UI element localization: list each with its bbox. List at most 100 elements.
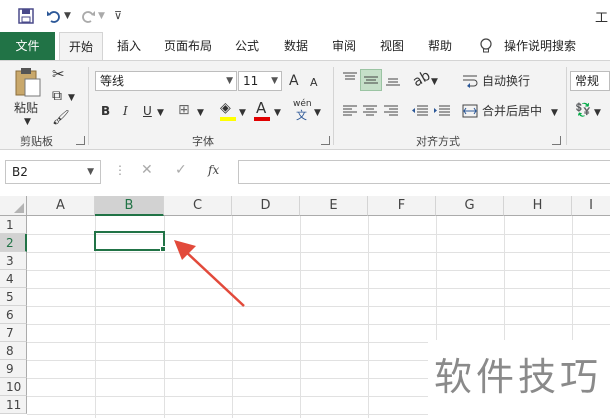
font-color-icon[interactable]: A [256,99,266,117]
gridline [368,216,369,418]
row-header-8[interactable]: 8 [0,342,27,360]
cancel-icon[interactable]: ✕ [141,162,153,178]
font-color-dropdown-icon[interactable]: ▼ [274,104,281,122]
tell-me-search[interactable]: 操作说明搜索 [500,32,580,60]
tab-data[interactable]: 数据 [275,32,317,60]
merge-center-icon[interactable] [462,103,478,119]
alignment-group-label: 对齐方式 [416,135,460,148]
alignment-launcher-icon[interactable] [552,136,561,145]
font-name-value: 等线 [100,74,125,88]
column-header-a[interactable]: A [27,196,95,216]
merge-center-button[interactable]: 合并后居中 [482,102,542,120]
tab-insert[interactable]: 插入 [108,32,150,60]
row-header-7[interactable]: 7 [0,324,27,342]
row-header-3[interactable]: 3 [0,252,27,270]
fill-color-dropdown-icon[interactable]: ▼ [239,104,246,122]
decrease-indent-icon[interactable] [411,103,429,119]
group-separator [566,67,567,145]
phonetic-dropdown-icon[interactable]: ▼ [314,104,321,122]
number-format-select[interactable]: 常规 [570,71,610,91]
ribbon-tabs: 文件 开始 插入 页面布局 公式 数据 审阅 视图 帮助 操作说明搜索 [0,32,610,61]
border-icon[interactable]: ⊞ [178,101,190,119]
tab-page-layout[interactable]: 页面布局 [155,32,221,60]
customize-qat-icon[interactable]: ⊽ [114,6,122,26]
annotation-arrow-icon [174,240,245,307]
redo-icon[interactable] [80,8,96,24]
undo-icon[interactable] [46,8,62,24]
increase-font-icon[interactable]: A [289,72,299,90]
row-header-2[interactable]: 2 [0,234,27,252]
orientation-dropdown-icon[interactable]: ▼ [431,73,438,91]
font-size-value: 11 [243,74,259,88]
formula-input[interactable] [238,160,610,184]
column-header-g[interactable]: G [436,196,504,216]
column-header-i[interactable]: I [572,196,610,216]
lightbulb-icon [480,38,492,53]
window-title: 工 [594,11,608,26]
column-header-f[interactable]: F [368,196,436,216]
row-header-11[interactable]: 11 [0,396,27,414]
increase-indent-icon[interactable] [433,103,451,119]
merge-dropdown-icon[interactable]: ▼ [551,104,558,122]
italic-button[interactable]: I [123,102,128,120]
font-launcher-icon[interactable] [321,136,330,145]
ribbon-home: 粘贴 ▼ ✂ ⧉ ▼ 🖌 剪贴板 等线 ▼ 11 ▼ A A B I U ▼ ⊞… [0,60,610,150]
watermark-text: 软件技巧 [434,355,603,399]
formula-bar-dots-icon: ⋮ [114,163,126,177]
enter-icon[interactable]: ✓ [175,162,187,178]
column-header-c[interactable]: C [164,196,232,216]
row-header-6[interactable]: 6 [0,306,27,324]
fill-handle[interactable] [160,246,166,252]
align-right-icon[interactable] [383,103,399,119]
column-header-h[interactable]: H [504,196,572,216]
fill-color-icon[interactable]: ◈ [220,99,231,117]
accounting-format-icon[interactable]: 💱 [575,102,591,120]
wrap-text-icon[interactable] [462,73,478,89]
column-header-e[interactable]: E [300,196,368,216]
tab-home[interactable]: 开始 [59,32,103,61]
accounting-dropdown-icon[interactable]: ▼ [594,104,601,122]
save-icon[interactable] [18,8,34,24]
column-header-b[interactable]: B [95,196,164,216]
paste-icon[interactable] [14,67,42,97]
tab-file[interactable]: 文件 [0,32,55,60]
undo-dropdown-icon[interactable]: ▼ [64,6,71,26]
bold-button[interactable]: B [101,102,110,120]
underline-button[interactable]: U [143,102,152,120]
align-center-icon[interactable] [362,103,378,119]
format-painter-icon[interactable]: 🖌 [52,109,70,127]
clipboard-launcher-icon[interactable] [76,136,85,145]
phonetic-guide-char[interactable]: 文 [296,107,307,125]
wrap-text-button[interactable]: 自动换行 [482,72,530,90]
cut-icon[interactable]: ✂ [52,65,65,83]
selected-cell-b2[interactable] [94,231,165,251]
align-bottom-icon[interactable] [385,71,401,87]
column-header-d[interactable]: D [232,196,300,216]
chevron-down-icon[interactable]: ▼ [87,161,94,183]
insert-function-icon[interactable]: fx [208,163,219,177]
clipboard-group-label: 剪贴板 [20,135,53,148]
copy-dropdown-icon[interactable]: ▼ [68,89,75,107]
name-box[interactable]: B2 ▼ [5,160,101,184]
paste-dropdown-icon[interactable]: ▼ [24,113,31,131]
copy-icon[interactable]: ⧉ [52,87,62,105]
row-header-4[interactable]: 4 [0,270,27,288]
align-top-icon[interactable] [342,71,358,87]
decrease-font-icon[interactable]: A [310,74,318,92]
tab-view[interactable]: 视图 [371,32,413,60]
row-header-10[interactable]: 10 [0,378,27,396]
chevron-down-icon: ▼ [226,76,233,86]
font-name-select[interactable]: 等线 ▼ [95,71,237,91]
align-left-icon[interactable] [342,103,358,119]
tab-review[interactable]: 审阅 [323,32,365,60]
tab-formulas[interactable]: 公式 [226,32,268,60]
row-header-9[interactable]: 9 [0,360,27,378]
tab-help[interactable]: 帮助 [419,32,461,60]
redo-dropdown-icon[interactable]: ▼ [98,6,105,26]
row-header-1[interactable]: 1 [0,216,27,234]
watermark: 软件技巧 [428,340,610,418]
border-dropdown-icon[interactable]: ▼ [197,104,204,122]
underline-dropdown-icon[interactable]: ▼ [157,104,164,122]
row-header-5[interactable]: 5 [0,288,27,306]
font-size-select[interactable]: 11 ▼ [238,71,282,91]
